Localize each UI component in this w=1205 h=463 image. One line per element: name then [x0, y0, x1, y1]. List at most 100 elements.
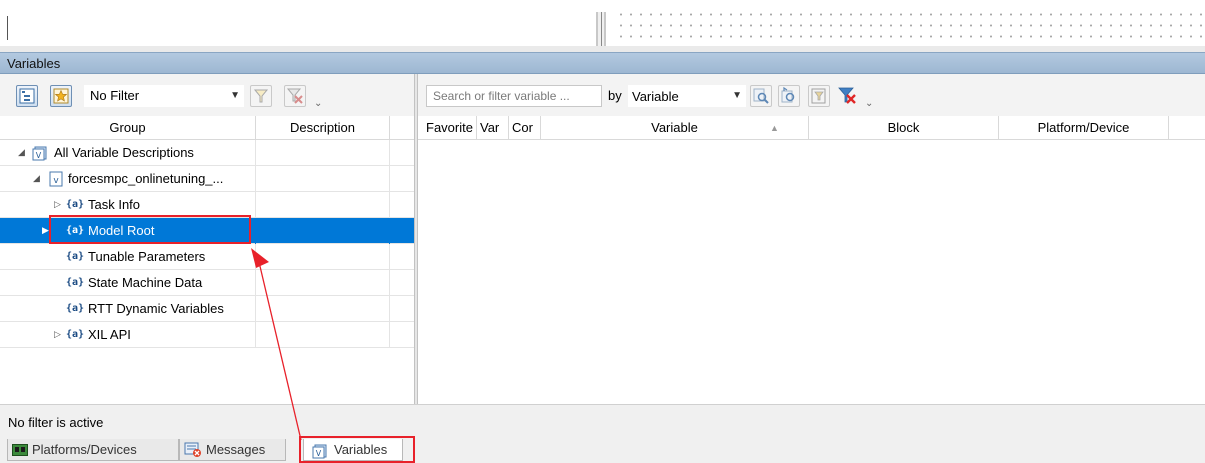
braces-icon: {a}	[66, 199, 85, 210]
panel-title: Variables	[7, 56, 61, 71]
toolbar-overflow-icon[interactable]: ⌄	[314, 98, 322, 109]
collapsed-arrow-icon[interactable]: ▷	[54, 329, 61, 340]
braces-icon: {a}	[66, 251, 85, 262]
tree-view-icon	[19, 88, 35, 104]
tree-row-label: forcesmpc_onlinetuning_...	[68, 171, 224, 186]
filter-icon	[253, 89, 269, 103]
column-header-description[interactable]: Description	[256, 116, 390, 140]
chevron-down-icon: ▼	[732, 90, 742, 101]
tree-row-label: Task Info	[88, 197, 141, 212]
chevron-down-icon: ▼	[230, 90, 240, 101]
column-header-platform-device[interactable]: Platform/Device	[999, 116, 1169, 140]
column-header-variable-label: Variable	[651, 120, 698, 135]
search-by-dropdown[interactable]: Variable ▼	[628, 85, 746, 107]
column-header-var[interactable]: Var	[477, 116, 509, 140]
cell-divider	[389, 322, 390, 348]
search-up-icon	[781, 86, 795, 103]
status-bar: No filter is active	[0, 404, 1205, 436]
tab-label: Platforms/Devices	[32, 442, 137, 457]
cell-divider	[389, 140, 390, 166]
edit-filter-button[interactable]	[250, 85, 272, 107]
braces-icon: {a}	[66, 329, 85, 340]
column-header-variable[interactable]: Variable	[541, 116, 809, 140]
cell-divider	[389, 270, 390, 296]
svg-text:V: V	[36, 151, 42, 160]
column-header-block[interactable]: Block	[809, 116, 999, 140]
highlight-box-model-root	[49, 215, 251, 244]
cell-divider	[389, 218, 390, 244]
braces-icon: {a}	[66, 277, 85, 288]
variable-file-icon: v	[49, 171, 63, 187]
tree-row[interactable]: ◢ v forcesmpc_onlinetuning_...	[0, 166, 415, 192]
right-toolbar: by Variable ▼ ⌄	[418, 74, 1205, 116]
cell-divider	[389, 192, 390, 218]
tab-platforms-devices[interactable]: Platforms/Devices	[7, 439, 179, 461]
tree-row-label: RTT Dynamic Variables	[88, 301, 224, 316]
braces-icon: {a}	[66, 303, 85, 314]
cell-divider	[389, 244, 390, 270]
cell-divider	[255, 140, 256, 166]
variable-list: Favorite Var Cor Variable ▲ Block Platfo…	[418, 116, 1205, 404]
platforms-icon	[12, 444, 28, 456]
find-button[interactable]	[750, 85, 772, 107]
editor-area	[0, 0, 1205, 52]
clear-filter-icon	[286, 88, 303, 104]
tree-row[interactable]: ◢ V All Variable Descriptions	[0, 140, 415, 166]
clear-filter-icon	[838, 87, 856, 104]
tree-row-label: State Machine Data	[88, 275, 203, 290]
tree-row-label: Tunable Parameters	[88, 249, 206, 264]
status-text: No filter is active	[8, 415, 104, 430]
panel-title-bar: Variables	[0, 52, 1205, 74]
collapsed-arrow-icon[interactable]: ▶	[42, 225, 49, 236]
search-icon	[753, 88, 769, 104]
search-by-value: Variable	[632, 89, 679, 104]
by-label: by	[608, 88, 622, 103]
highlight-box-variables-tab	[299, 436, 415, 463]
tab-messages[interactable]: Messages	[179, 439, 286, 461]
left-toolbar: No Filter ▼ ⌄	[0, 74, 415, 116]
filter-dropdown[interactable]: No Filter ▼	[84, 85, 244, 107]
filter-settings-button[interactable]	[808, 85, 830, 107]
tree-row-label: XIL API	[88, 327, 131, 342]
column-header-favorite[interactable]: Favorite	[418, 116, 477, 140]
favorites-button[interactable]	[50, 85, 72, 107]
tree-row[interactable]: {a} Tunable Parameters	[0, 244, 415, 270]
tree-row-label: All Variable Descriptions	[54, 145, 194, 160]
filter-settings-icon	[811, 88, 826, 104]
expanded-arrow-icon[interactable]: ◢	[18, 147, 25, 158]
tree-row[interactable]: {a} RTT Dynamic Variables	[0, 296, 415, 322]
expanded-arrow-icon[interactable]: ◢	[33, 173, 40, 184]
toolbar-overflow-icon[interactable]: ⌄	[865, 98, 873, 109]
variables-icon: V	[32, 146, 47, 161]
column-header-cor[interactable]: Cor	[509, 116, 541, 140]
cell-divider	[389, 296, 390, 322]
tab-label: Messages	[206, 442, 266, 457]
cell-divider	[255, 218, 256, 244]
cell-divider	[255, 166, 256, 192]
messages-icon	[184, 442, 201, 457]
tree-row[interactable]: ▷ {a} XIL API	[0, 322, 415, 348]
sort-ascending-icon: ▲	[770, 123, 779, 133]
layout-dot-grid	[616, 8, 1205, 48]
svg-text:v: v	[53, 176, 59, 186]
cell-divider	[255, 270, 256, 296]
tree-view-button[interactable]	[16, 85, 38, 107]
collapsed-arrow-icon[interactable]: ▷	[54, 199, 61, 210]
splitter-line	[601, 12, 602, 46]
column-header-group[interactable]: Group	[0, 116, 256, 140]
search-input[interactable]	[427, 86, 601, 106]
tree-row[interactable]: {a} State Machine Data	[0, 270, 415, 296]
find-previous-button[interactable]	[778, 85, 800, 107]
filter-value: No Filter	[90, 88, 140, 103]
star-icon	[53, 88, 69, 104]
text-cursor	[7, 16, 8, 40]
clear-filter-button[interactable]	[284, 85, 306, 107]
cell-divider	[255, 322, 256, 348]
variable-list-header: Favorite Var Cor Variable ▲ Block Platfo…	[418, 116, 1205, 140]
group-tree: Group Description ◢ V All Variable Descr…	[0, 116, 415, 404]
cell-divider	[255, 192, 256, 218]
search-box[interactable]	[426, 85, 602, 107]
clear-search-filter-button[interactable]	[836, 85, 858, 107]
cell-divider	[255, 244, 256, 270]
cell-divider	[255, 296, 256, 322]
